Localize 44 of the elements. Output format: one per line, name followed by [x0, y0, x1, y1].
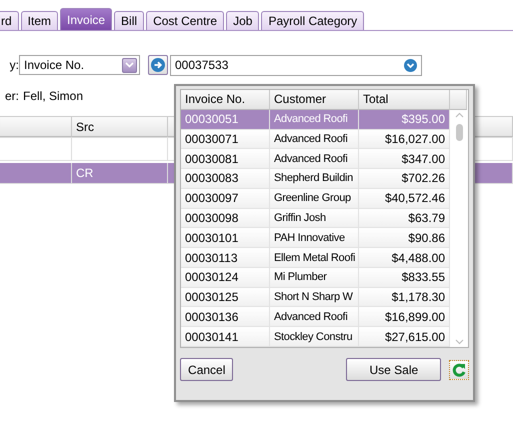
table-cell: 00030136	[181, 307, 270, 328]
table-cell: Mi Plumber	[270, 268, 359, 288]
table-cell: $395.00	[359, 110, 450, 130]
table-cell: Advanced Roofi	[270, 110, 359, 130]
search-by-label: y:	[8, 58, 19, 72]
table-cell: 00030101	[181, 228, 270, 248]
table-cell: $40,572.46	[359, 188, 450, 209]
table-cell: $16,899.00	[359, 307, 450, 328]
table-cell: 00030113	[181, 248, 270, 268]
table-cell: Shepherd Buildin	[270, 169, 359, 189]
table-cell: Ellem Metal Roofi	[270, 248, 359, 268]
table-cell: Advanced Roofi	[270, 307, 359, 328]
table-cell: 00030125	[181, 288, 270, 308]
table-cell: 00030141	[181, 327, 270, 347]
column-header: Customer	[270, 90, 359, 110]
table-cell: $27,615.00	[359, 327, 450, 347]
table-cell: PAH Innovative	[270, 228, 359, 248]
table-cell: Stockley Constru	[270, 327, 359, 347]
table-cell: 00030124	[181, 268, 270, 288]
column-header: Src	[72, 117, 168, 137]
table-cell: $63.79	[359, 208, 450, 228]
table-cell: 00030098	[181, 208, 270, 228]
table-cell: $90.86	[359, 228, 450, 248]
table-cell: $4,488.00	[359, 248, 450, 268]
table-cell: Advanced Roofi	[270, 149, 359, 170]
table-cell: $16,027.00	[359, 130, 450, 150]
table-cell: 00030071	[181, 130, 270, 150]
table-cell: 00030081	[181, 149, 270, 170]
customer-name: Fell, Simon	[23, 89, 84, 103]
table-cell: $347.00	[359, 149, 450, 170]
table-cell: Griffin Josh	[270, 208, 359, 228]
table-cell: $833.55	[359, 268, 450, 288]
table-cell: 00030083	[181, 169, 270, 189]
table-cell: Greenline Group	[270, 188, 359, 209]
table-cell: $1,178.30	[359, 288, 450, 308]
table-cell: CR	[72, 163, 168, 183]
table-cell: 00030051	[181, 110, 270, 130]
customer-label: er:	[4, 89, 19, 103]
table-cell: Short N Sharp W	[270, 288, 359, 308]
table-cell: $702.26	[359, 169, 450, 189]
column-header: Invoice No.	[181, 90, 270, 110]
column-header: Total	[359, 90, 450, 110]
table-cell: Advanced Roofi	[270, 130, 359, 150]
table-cell: 00030097	[181, 188, 270, 209]
